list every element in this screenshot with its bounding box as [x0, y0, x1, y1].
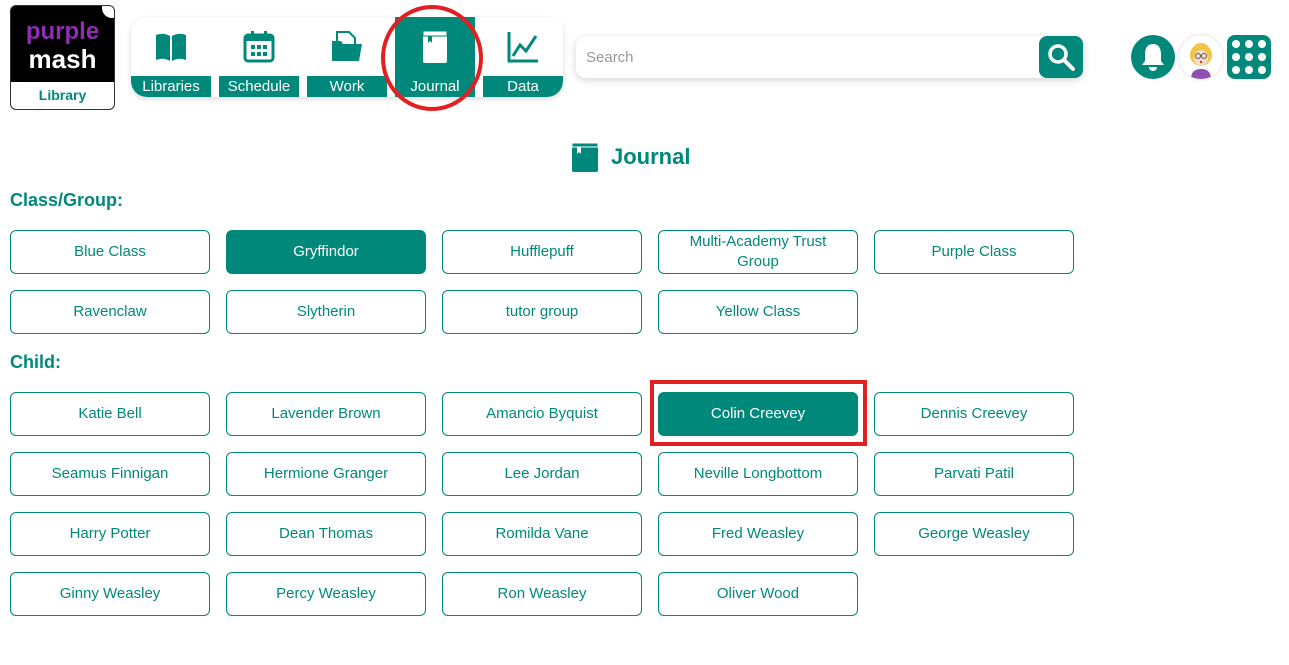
child-button[interactable]: Romilda Vane	[442, 512, 642, 556]
child-button[interactable]: Amancio Byquist	[442, 392, 642, 436]
search-button[interactable]	[1039, 36, 1083, 78]
folder-icon	[307, 29, 387, 65]
class-button[interactable]: Blue Class	[10, 230, 210, 274]
child-button[interactable]: Lee Jordan	[442, 452, 642, 496]
nav-label: Journal	[395, 76, 475, 97]
class-button[interactable]: Yellow Class	[658, 290, 858, 334]
class-group-label: Class/Group:	[10, 190, 124, 210]
nav-label: Work	[307, 76, 387, 97]
child-button[interactable]: Parvati Patil	[874, 452, 1074, 496]
nav-label: Libraries	[131, 76, 211, 97]
logo-mash: mash	[28, 44, 97, 74]
child-label: Child:	[10, 352, 61, 372]
child-list: Katie Bell Lavender Brown Amancio Byquist C…	[10, 392, 1074, 616]
notifications-button[interactable]	[1131, 35, 1175, 79]
class-button[interactable]: Purple Class	[874, 230, 1074, 274]
nav-label: Data	[483, 76, 563, 97]
logo-purple: purple	[25, 18, 100, 45]
child-button[interactable]: Ron Weasley	[442, 572, 642, 616]
journal-icon	[571, 142, 599, 172]
grid-dot	[1258, 53, 1266, 61]
grid-dot	[1232, 40, 1240, 48]
class-button[interactable]: Ravenclaw	[10, 290, 210, 334]
logo-bite	[102, 6, 114, 18]
page-title-text: Journal	[611, 144, 691, 169]
nav-data[interactable]: Data	[483, 17, 563, 97]
avatar[interactable]	[1179, 35, 1223, 79]
nav-libraries[interactable]: Libraries	[131, 17, 211, 97]
search-bar	[576, 36, 1083, 78]
child-button[interactable]: Katie Bell	[10, 392, 210, 436]
user-avatar-icon	[1190, 43, 1212, 79]
apps-menu-button[interactable]	[1227, 35, 1271, 79]
child-button[interactable]: Colin Creevey	[658, 392, 858, 436]
grid-dot	[1258, 40, 1266, 48]
child-button[interactable]: Dean Thomas	[226, 512, 426, 556]
grid-dot	[1232, 53, 1240, 61]
search-input[interactable]	[586, 36, 1036, 78]
grid-dot	[1245, 40, 1253, 48]
child-button[interactable]: Harry Potter	[10, 512, 210, 556]
page-title: Journal	[571, 142, 690, 172]
grid-dot	[1245, 66, 1253, 74]
main-nav: Libraries Schedule Work Journal Data	[131, 17, 563, 97]
child-button[interactable]: Percy Weasley	[226, 572, 426, 616]
child-button[interactable]: Seamus Finnigan	[10, 452, 210, 496]
child-button[interactable]: George Weasley	[874, 512, 1074, 556]
child-button[interactable]: Ginny Weasley	[10, 572, 210, 616]
child-button[interactable]: Oliver Wood	[658, 572, 858, 616]
nav-journal[interactable]: Journal	[395, 17, 475, 97]
bell-icon	[1142, 44, 1164, 71]
class-button[interactable]: Multi-Academy Trust Group	[658, 230, 858, 274]
child-button[interactable]: Fred Weasley	[658, 512, 858, 556]
calendar-icon	[219, 29, 299, 65]
class-button[interactable]: tutor group	[442, 290, 642, 334]
logo-library: Library	[11, 82, 114, 109]
class-button[interactable]: Slytherin	[226, 290, 426, 334]
child-button[interactable]: Dennis Creevey	[874, 392, 1074, 436]
child-button[interactable]: Lavender Brown	[226, 392, 426, 436]
child-button[interactable]: Hermione Granger	[226, 452, 426, 496]
chart-line-icon	[483, 29, 563, 65]
grid-dot	[1245, 53, 1253, 61]
class-button[interactable]: Hufflepuff	[442, 230, 642, 274]
class-group-list: Blue Class Gryffindor Hufflepuff Multi-Acad…	[10, 230, 1074, 334]
class-button[interactable]: Gryffindor	[226, 230, 426, 274]
book-open-icon	[131, 29, 211, 65]
search-icon	[1048, 44, 1075, 71]
grid-dot	[1258, 66, 1266, 74]
child-button[interactable]: Neville Longbottom	[658, 452, 858, 496]
nav-work[interactable]: Work	[307, 17, 387, 97]
grid-dot	[1232, 66, 1240, 74]
nav-label: Schedule	[219, 76, 299, 97]
journal-icon	[395, 29, 475, 65]
purple-mash-logo[interactable]: purple mash Library	[10, 5, 115, 110]
nav-schedule[interactable]: Schedule	[219, 17, 299, 97]
